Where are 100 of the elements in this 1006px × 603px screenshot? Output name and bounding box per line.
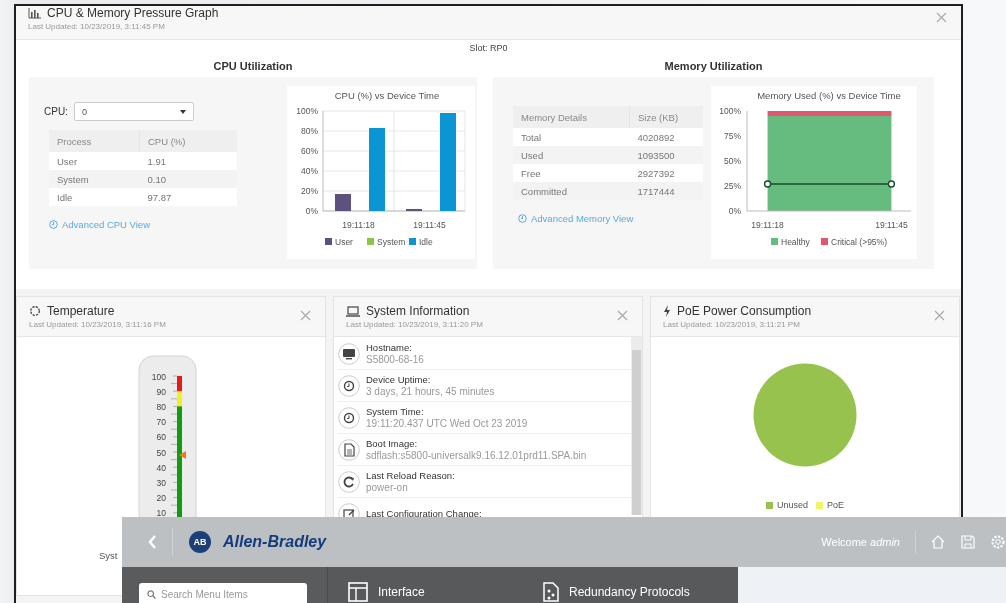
table-cell: 1.91	[139, 152, 237, 170]
bar-chart-icon	[28, 7, 41, 19]
close-icon[interactable]	[617, 310, 628, 321]
gauge-scale-label: 100	[151, 371, 166, 382]
info-value: sdflash:s5800-universalk9.16.12.01prd11.SPA.bin	[366, 450, 587, 461]
section-heading: Memory Utilization	[663, 59, 764, 74]
home-icon[interactable]	[930, 534, 946, 550]
monitor-icon	[338, 342, 360, 365]
search-icon	[147, 590, 156, 599]
column-header: Process	[49, 130, 140, 152]
legend-swatch	[409, 238, 416, 245]
legend-label: Healthy	[781, 237, 810, 247]
clock-icon	[338, 374, 360, 397]
info-value: 3 days, 21 hours, 45 minutes	[366, 386, 495, 397]
close-icon[interactable]	[934, 310, 945, 321]
legend-swatch	[325, 238, 332, 245]
info-value: 19:11:20.437 UTC Wed Oct 23 2019	[366, 418, 528, 429]
last-updated-text: Last Updated: 10/23/2019, 3:11:20 PM	[346, 320, 483, 329]
y-tick-label: 60%	[301, 146, 318, 156]
gauge-scale-label: 20	[156, 493, 166, 504]
gauge-scale-label: 30	[156, 477, 166, 488]
x-tick-label: 19:11:18	[342, 220, 375, 230]
x-tick-label: 19:11:45	[875, 220, 908, 230]
laptop-icon	[346, 305, 360, 317]
section-heading: CPU Utilization	[212, 59, 294, 74]
gauge-caption: Syst	[99, 550, 118, 561]
info-label: System Time:	[366, 406, 425, 417]
table-cell: 1093500	[629, 146, 703, 164]
info-label: Device Uptime:	[366, 374, 432, 385]
search-field[interactable]: Search Menu Items	[139, 583, 307, 603]
y-tick-label: 100%	[719, 106, 741, 116]
panel-title: PoE Power Consumption	[677, 304, 812, 318]
info-label: Hostname:	[366, 342, 413, 353]
column-header: CPU (%)	[139, 130, 237, 152]
y-tick-label: 40%	[301, 166, 318, 176]
panel-title: System Information	[366, 304, 470, 318]
gauge-scale-label: 70	[156, 417, 166, 428]
slot-label: Slot: RP0	[469, 43, 508, 53]
table-cell: 0.10	[139, 170, 237, 188]
clock-icon	[49, 220, 58, 229]
table-cell: 97.87	[139, 188, 237, 206]
caret-icon	[179, 109, 186, 114]
chart-title: CPU (%) vs Device Time	[334, 90, 440, 101]
legend-swatch	[821, 238, 828, 245]
legend-label: Unused	[776, 500, 808, 510]
y-tick-label: 0%	[305, 206, 318, 216]
menu-item[interactable]: Redundancy Protocols	[543, 581, 738, 603]
y-tick-label: 100%	[296, 106, 318, 116]
legend-swatch	[771, 238, 778, 245]
scrollbar[interactable]	[631, 337, 642, 515]
table-cell: Total	[513, 128, 630, 146]
gear-icon	[29, 305, 41, 317]
y-tick-label: 20%	[301, 186, 318, 196]
y-tick-label: 80%	[301, 126, 318, 136]
info-label: Last Reload Reason:	[366, 470, 455, 481]
table-cell: System	[49, 170, 140, 188]
column-header: Memory Details	[513, 106, 630, 128]
y-tick-label: 75%	[724, 131, 741, 141]
x-tick-label: 19:11:18	[751, 220, 784, 230]
column-header: Size (KB)	[629, 106, 703, 128]
y-tick-label: 0%	[728, 206, 741, 216]
legend-label: Idle	[419, 237, 433, 247]
info-label: Boot Image:	[366, 438, 419, 449]
chart-title: Memory Used (%) vs Device Time	[757, 90, 901, 101]
legend-label: PoE	[827, 500, 844, 510]
table-cell: 4020892	[629, 128, 703, 146]
welcome-text: Welcome admin	[821, 536, 900, 548]
clock-icon	[338, 406, 360, 429]
info-label: Last Configuration Change:	[366, 508, 482, 519]
document-icon	[338, 438, 360, 461]
gauge-scale-label: 80	[156, 401, 166, 412]
y-tick-label: 25%	[724, 181, 741, 191]
save-icon[interactable]	[960, 534, 976, 550]
y-tick-label: 50%	[724, 156, 741, 166]
gauge-scale-label: 60	[156, 432, 166, 443]
settings-icon[interactable]	[990, 534, 1006, 550]
info-value: power-on	[366, 482, 409, 493]
legend-swatch	[367, 238, 374, 245]
gauge-scale-label: 50	[156, 447, 166, 458]
gauge-scale-label: 90	[156, 386, 166, 397]
chart-bar	[335, 194, 351, 211]
lightning-icon	[663, 305, 671, 317]
last-updated-text: Last Updated: 10/23/2019, 3:11:16 PM	[29, 320, 166, 329]
cpu-select[interactable]: 0	[73, 102, 194, 121]
brand-name: Allen-Bradley	[223, 533, 327, 551]
table-cell: Idle	[49, 188, 140, 206]
cpu-label: CPU:	[44, 106, 68, 117]
close-icon[interactable]	[300, 310, 311, 321]
clock-icon	[518, 214, 527, 223]
window-layout-icon	[348, 582, 368, 602]
table-cell: Used	[513, 146, 630, 164]
last-updated-text: Last Updated: 10/23/2019, 3:11:21 PM	[663, 320, 801, 329]
close-icon[interactable]	[936, 12, 947, 23]
legend-label: System	[377, 237, 406, 247]
legend-label: User	[335, 237, 353, 247]
menu-item[interactable]: Interface	[348, 581, 543, 603]
table-cell: Free	[513, 164, 630, 182]
panel-title: CPU & Memory Pressure Graph	[47, 6, 219, 20]
back-chevron-icon[interactable]	[148, 535, 157, 549]
reload-icon	[338, 470, 360, 493]
